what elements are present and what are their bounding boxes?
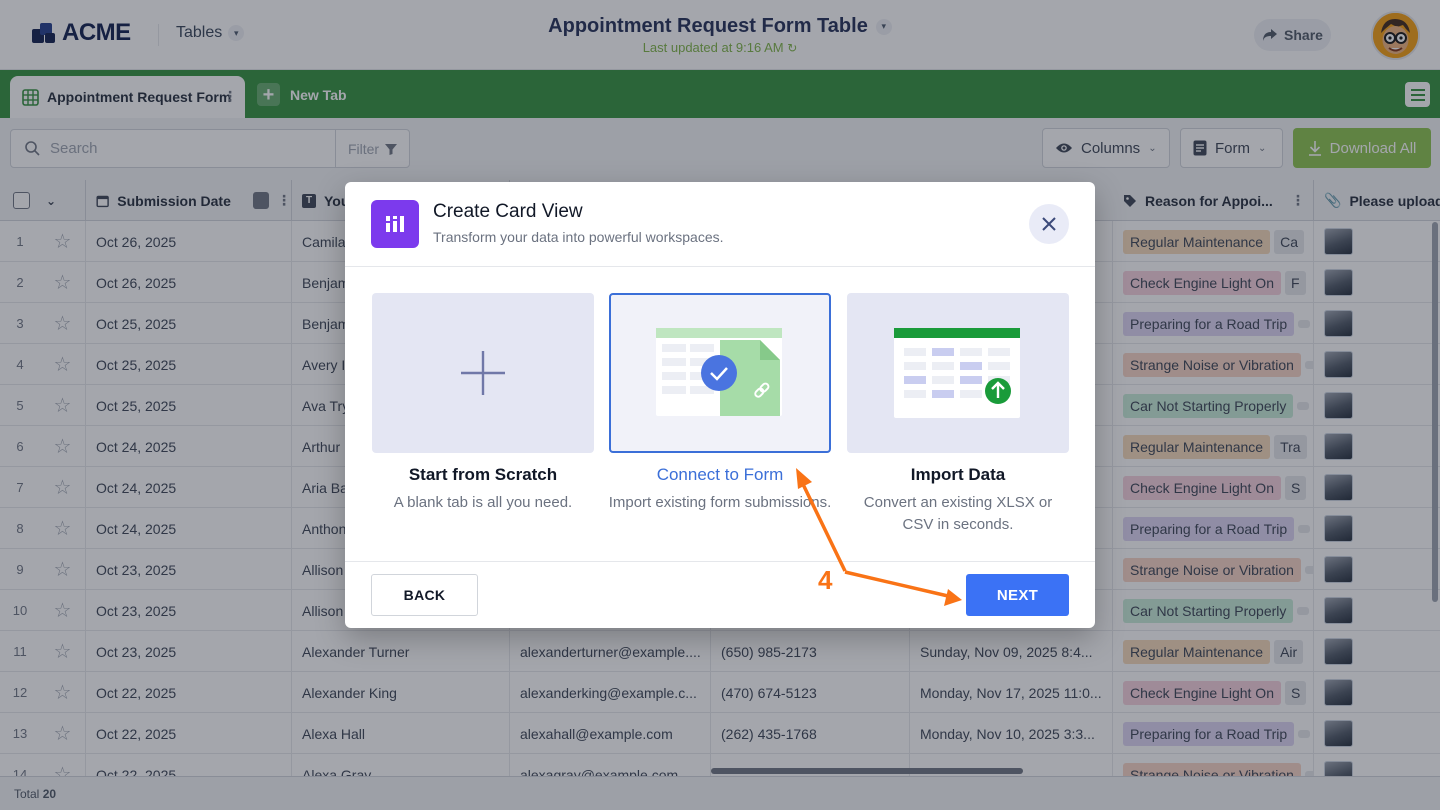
card-view-icon <box>371 200 419 248</box>
next-button[interactable]: NEXT <box>966 574 1069 616</box>
modal-title: Create Card View <box>433 201 583 222</box>
option-desc-connect-to-form: Import existing form submissions. <box>608 494 832 511</box>
modal-header: Create Card View Transform your data int… <box>345 182 1095 267</box>
option-desc-import-data: Convert an existing XLSX or CSV in secon… <box>863 494 1053 533</box>
option-start-from-scratch[interactable] <box>372 293 594 453</box>
option-desc-start-from-scratch: A blank tab is all you need. <box>393 494 573 511</box>
option-import-data[interactable] <box>847 293 1069 453</box>
back-button[interactable]: BACK <box>371 574 478 616</box>
import-spreadsheet-illustration-icon <box>894 328 1020 418</box>
option-title-import-data: Import Data <box>910 465 1006 484</box>
option-title-start-from-scratch: Start from Scratch <box>408 465 558 484</box>
option-connect-to-form[interactable] <box>609 293 831 453</box>
option-title-connect-to-form: Connect to Form <box>656 465 784 484</box>
close-icon <box>1042 217 1056 231</box>
connect-form-illustration-icon <box>656 328 782 416</box>
close-button[interactable] <box>1029 204 1069 244</box>
plus-icon <box>461 351 505 395</box>
create-card-view-modal: Create Card View Transform your data int… <box>345 182 1095 628</box>
modal-footer-divider <box>345 561 1095 562</box>
modal-subtitle: Transform your data into powerful worksp… <box>433 229 724 245</box>
step-number-badge: 4 <box>818 565 833 595</box>
